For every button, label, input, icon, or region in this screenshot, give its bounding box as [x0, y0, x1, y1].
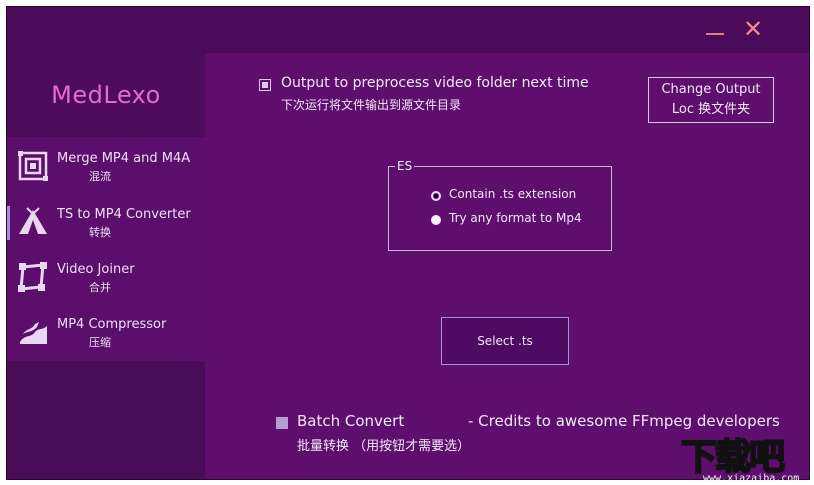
watermark-url: www.xiazaiba.com	[703, 473, 800, 484]
es-group: ES Contain .ts extension Try any format …	[388, 159, 612, 251]
app-logo: MedLexo	[51, 81, 161, 109]
change-output-line2: Loc 换文件夹	[671, 102, 751, 117]
batch-convert-sublabel: 批量转换 （用按钮才需要选）	[297, 439, 471, 454]
minimize-button[interactable]	[703, 17, 727, 41]
sidebar-item-sublabel: 压缩	[89, 336, 111, 349]
sidebar-item-sublabel: 合并	[89, 281, 111, 294]
close-icon: ✕	[742, 15, 764, 43]
active-indicator	[7, 206, 10, 240]
sidebar-item-sublabel: 转换	[89, 226, 111, 239]
batch-convert-checkbox[interactable]	[276, 417, 288, 429]
title-bar[interactable]: ✕	[7, 7, 809, 53]
radio-contain-ts-label[interactable]: Contain .ts extension	[449, 187, 576, 201]
compress-icon	[20, 322, 47, 344]
output-option-sublabel: 下次运行将文件输出到源文件目录	[281, 98, 462, 112]
merge-icon	[18, 151, 48, 181]
sidebar: MedLexo Merge MP4 and M4A 混流 TS to MP4 C…	[7, 53, 205, 479]
tent-icon	[19, 207, 47, 234]
es-group-legend: ES	[395, 159, 415, 173]
logo-area: MedLexo	[7, 53, 205, 137]
sidebar-item-sublabel: 混流	[89, 170, 111, 183]
close-button[interactable]: ✕	[741, 17, 765, 41]
sidebar-item-video-joiner[interactable]: Video Joiner 合并	[7, 250, 205, 304]
sidebar-item-label: TS to MP4 Converter	[57, 207, 191, 222]
select-ts-button[interactable]: Select .ts	[441, 317, 569, 365]
sidebar-item-label: Video Joiner	[57, 262, 135, 277]
minimize-icon	[706, 33, 724, 35]
checkbox-check-mark	[262, 82, 268, 88]
output-option-checkbox[interactable]	[259, 79, 271, 91]
radio-contain-ts[interactable]	[431, 191, 441, 201]
sidebar-item-merge[interactable]: Merge MP4 and M4A 混流	[7, 139, 205, 193]
change-output-line1: Change Output	[661, 82, 761, 97]
radio-any-format-label[interactable]: Try any format to Mp4	[449, 211, 582, 225]
change-output-location-button[interactable]: Change Output Loc 换文件夹	[648, 77, 774, 123]
batch-convert-label[interactable]: Batch Convert	[297, 412, 404, 430]
sidebar-item-ts-to-mp4[interactable]: TS to MP4 Converter 转换	[7, 195, 205, 249]
sidebar-nav: Merge MP4 and M4A 混流 TS to MP4 Converter…	[7, 137, 205, 361]
radio-any-format[interactable]	[431, 215, 441, 225]
select-ts-button-label: Select .ts	[477, 334, 533, 348]
sidebar-item-label: MP4 Compressor	[57, 317, 167, 332]
crop-frame-icon	[18, 262, 47, 292]
output-option-label: Output to preprocess video folder next t…	[281, 75, 589, 91]
sidebar-item-mp4-compressor[interactable]: MP4 Compressor 压缩	[7, 305, 205, 359]
app-window: ✕ MedLexo Merge MP4 and M4A 混流 TS to MP4…	[6, 6, 810, 480]
sidebar-item-label: Merge MP4 and M4A	[57, 151, 191, 166]
radio-selected-dot	[434, 194, 438, 198]
site-watermark: 下载吧 www.xiazaiba.com	[679, 428, 813, 485]
